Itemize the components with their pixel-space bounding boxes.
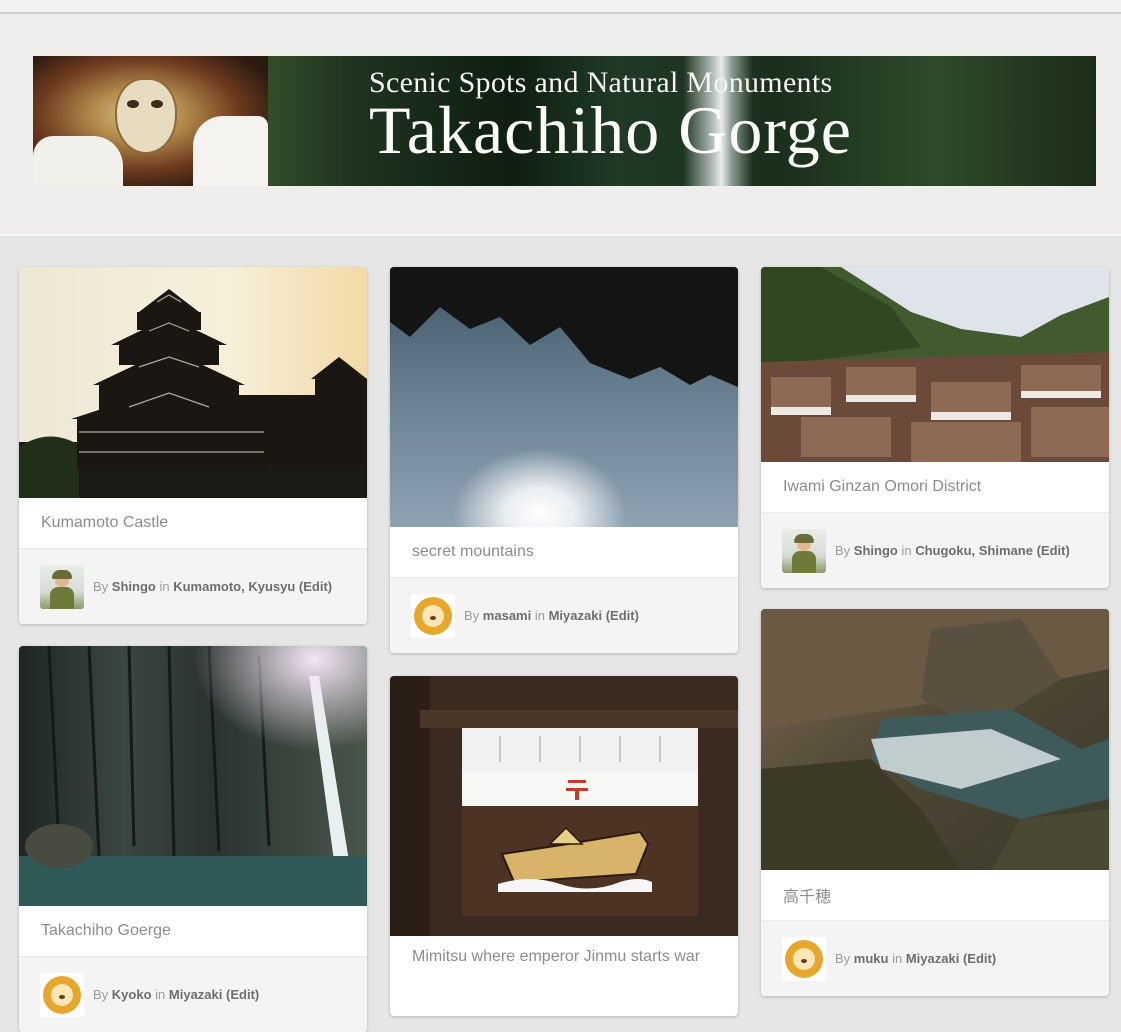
pin-image[interactable] (761, 609, 1109, 870)
edit-link[interactable]: (Edit) (606, 608, 639, 623)
author-link[interactable]: Shingo (854, 543, 898, 558)
pin-title[interactable]: Mimitsu where emperor Jinmu starts war (390, 936, 738, 1016)
edit-link[interactable]: (Edit) (963, 951, 996, 966)
pin-image[interactable] (390, 267, 738, 527)
category-link[interactable]: Miyazaki (549, 608, 602, 623)
pin-title[interactable]: 高千穂 (761, 870, 1109, 921)
top-bar (0, 0, 1121, 14)
category-link[interactable]: Kumamoto, Kyusyu (173, 579, 295, 594)
pin-attribution: By masami in Miyazaki (Edit) (390, 578, 738, 653)
kagura-mask-image (33, 56, 268, 186)
author-link[interactable]: muku (854, 951, 889, 966)
category-link[interactable]: Chugoku, Shimane (915, 543, 1033, 558)
pin-image[interactable] (19, 267, 367, 498)
edit-link[interactable]: (Edit) (1037, 543, 1070, 558)
pin-title[interactable]: Iwami Ginzan Omori District (761, 462, 1109, 513)
pin-image[interactable] (390, 676, 738, 936)
author-link[interactable]: Shingo (112, 579, 156, 594)
banner-image[interactable]: Scenic Spots and Natural Monuments Takac… (33, 56, 1096, 186)
pin-title[interactable]: secret mountains (390, 527, 738, 578)
pin-card[interactable]: Takachiho Goerge By Kyoko in Miyazaki (E… (19, 646, 367, 1032)
pin-title[interactable]: Takachiho Goerge (19, 906, 367, 957)
pin-title[interactable]: Kumamoto Castle (19, 498, 367, 549)
attribution-text: By Shingo in Kumamoto, Kyusyu (Edit) (93, 579, 333, 594)
edit-link[interactable]: (Edit) (299, 579, 332, 594)
pin-attribution: By Shingo in Kumamoto, Kyusyu (Edit) (19, 549, 367, 624)
avatar[interactable] (411, 593, 455, 638)
pin-attribution: By muku in Miyazaki (Edit) (761, 921, 1109, 996)
category-link[interactable]: Miyazaki (906, 951, 959, 966)
header: Scenic Spots and Natural Monuments Takac… (0, 14, 1121, 236)
pin-card[interactable]: Kumamoto Castle By Shingo in Kumamoto, K… (19, 267, 367, 624)
pin-card[interactable]: 高千穂 By muku in Miyazaki (Edit) (761, 609, 1109, 996)
pin-card[interactable]: secret mountains By masami in Miyazaki (… (390, 267, 738, 653)
avatar[interactable] (40, 564, 84, 609)
author-link[interactable]: masami (483, 608, 531, 623)
attribution-text: By muku in Miyazaki (Edit) (835, 951, 997, 966)
pin-image[interactable] (19, 646, 367, 906)
avatar[interactable] (782, 936, 826, 981)
pin-card[interactable]: Iwami Ginzan Omori District By Shingo in… (761, 267, 1109, 588)
attribution-text: By Shingo in Chugoku, Shimane (Edit) (835, 543, 1070, 558)
attribution-text: By masami in Miyazaki (Edit) (464, 608, 639, 623)
pin-card[interactable]: Mimitsu where emperor Jinmu starts war (390, 676, 738, 1016)
pin-attribution: By Shingo in Chugoku, Shimane (Edit) (761, 513, 1109, 588)
avatar[interactable] (782, 528, 826, 573)
pin-image[interactable] (761, 267, 1109, 462)
banner-title: Takachiho Gorge (369, 92, 852, 168)
